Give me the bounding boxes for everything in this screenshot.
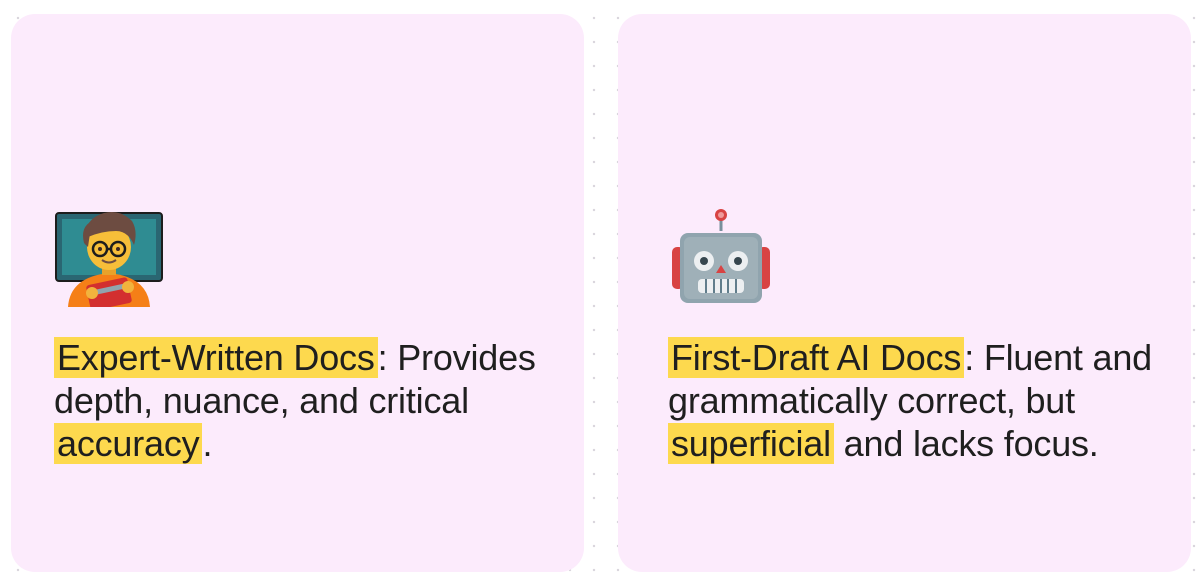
accuracy-highlight: accuracy [54,423,203,464]
expert-docs-text: Expert-Written Docs: Provides depth, nua… [54,336,554,465]
ai-docs-text: First-Draft AI Docs: Fluent and grammati… [668,336,1168,465]
expert-docs-card: Expert-Written Docs: Provides depth, nua… [11,14,584,572]
expert-docs-highlight: Expert-Written Docs [54,337,378,378]
ai-docs-end: and lacks focus. [833,423,1099,464]
robot-emoji-icon [672,209,770,303]
superficial-highlight: superficial [668,423,834,464]
ai-docs-highlight: First-Draft AI Docs [668,337,965,378]
expert-docs-end: . [202,423,213,464]
ai-docs-card: First-Draft AI Docs: Fluent and grammati… [618,14,1191,572]
teacher-emoji-icon [55,212,163,307]
